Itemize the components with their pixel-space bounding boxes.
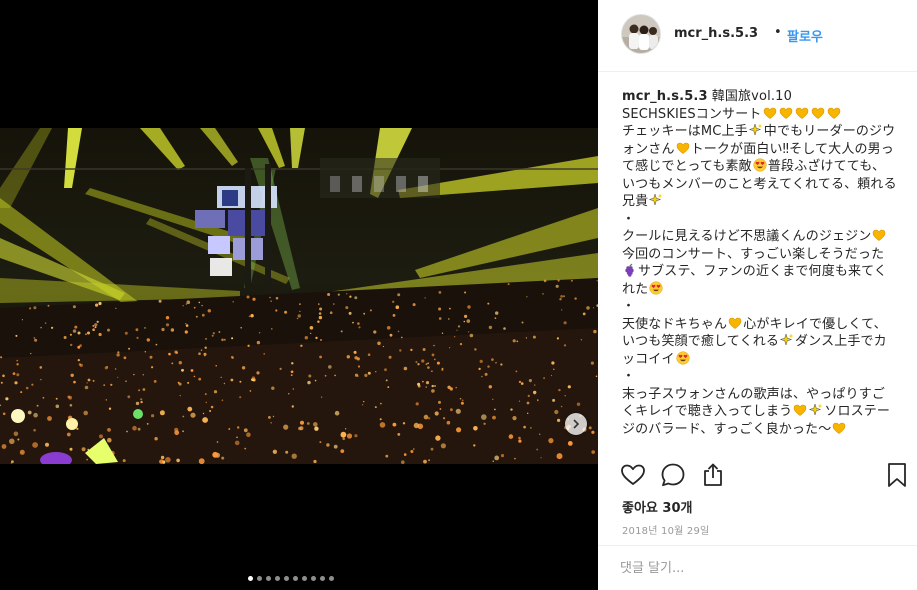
likes-count[interactable]: 좋아요 30개 — [622, 497, 692, 516]
sparkles-icon — [808, 403, 823, 417]
carousel-dot — [320, 576, 325, 581]
caption-line: SECHSKIESコンサート — [622, 106, 762, 122]
yellow-heart-icon — [827, 106, 841, 120]
avatar-image — [622, 15, 660, 53]
carousel-indicator — [248, 576, 334, 581]
sparkles-icon — [648, 193, 663, 207]
carousel-dot — [266, 576, 271, 581]
carousel-dot — [275, 576, 280, 581]
post-date: 2018년 10월 29일 — [622, 526, 710, 537]
caption-username[interactable]: mcr_h.s.5.3 — [622, 89, 708, 104]
caption-separator: ・ — [622, 369, 636, 384]
post-caption: mcr_h.s.5.3 韓国旅vol.10 SECHSKIESコンサート チェッキ… — [622, 88, 898, 448]
carousel-dot — [293, 576, 298, 581]
header-separator: • — [774, 25, 782, 40]
avatar[interactable] — [622, 15, 660, 53]
grapes-icon — [623, 263, 637, 277]
carousel-dot — [311, 576, 316, 581]
post-actions — [598, 462, 917, 492]
yellow-heart-icon — [795, 106, 809, 120]
yellow-heart-icon — [793, 403, 807, 417]
carousel-dot — [257, 576, 262, 581]
follow-button[interactable]: 팔로우 — [787, 26, 823, 45]
yellow-heart-icon — [779, 106, 793, 120]
carousel-dot — [302, 576, 307, 581]
post-details-panel: mcr_h.s.5.3 • 팔로우 mcr_h.s.5.3 韓国旅vol.10 S… — [598, 0, 917, 590]
caption-line: 天使なドキちゃん — [622, 316, 728, 332]
bookmark-icon[interactable] — [884, 462, 910, 488]
comment-input[interactable] — [620, 558, 880, 578]
carousel-dot — [248, 576, 253, 581]
header-username[interactable]: mcr_h.s.5.3 — [674, 26, 758, 41]
post-header: mcr_h.s.5.3 • 팔로우 — [598, 0, 917, 72]
concert-photo[interactable] — [0, 128, 598, 464]
yellow-heart-icon — [832, 421, 846, 435]
yellow-heart-icon — [728, 316, 742, 330]
yellow-heart-icon — [811, 106, 825, 120]
yellow-heart-icon — [872, 228, 886, 242]
heart-eyes-icon — [649, 280, 663, 295]
comment-box — [598, 545, 917, 590]
sparkles-icon — [748, 123, 763, 137]
caption-line: チェッキーはMC上手 — [622, 124, 748, 139]
carousel-dot — [329, 576, 334, 581]
share-icon[interactable] — [700, 462, 726, 488]
next-photo-button[interactable] — [565, 413, 587, 435]
comment-icon[interactable] — [660, 462, 686, 488]
carousel-dot — [284, 576, 289, 581]
caption-separator: ・ — [622, 299, 636, 314]
chevron-right-icon — [573, 419, 580, 429]
caption-separator: ・ — [622, 211, 636, 227]
yellow-heart-icon — [676, 141, 690, 155]
caption-line: クールに見えるけど不思議くんのジェジン — [622, 229, 872, 244]
post-media — [0, 0, 598, 590]
caption-line: 韓国旅vol.10 — [711, 89, 793, 104]
heart-eyes-icon — [676, 350, 690, 365]
yellow-heart-icon — [763, 106, 777, 120]
sparkles-icon — [779, 333, 794, 347]
caption-line: 今回のコンサート、すっごい楽しそうだった — [622, 246, 885, 262]
concert-photo-art — [0, 128, 598, 464]
heart-eyes-icon — [753, 158, 767, 172]
heart-icon[interactable] — [620, 462, 646, 488]
